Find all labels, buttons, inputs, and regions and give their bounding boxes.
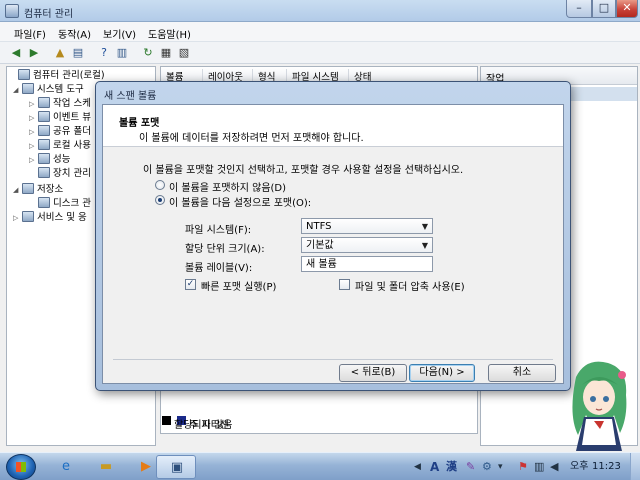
performance-icon [38,153,50,164]
media-player-icon: ▶ [141,459,151,474]
menu-view[interactable]: 보기(V) [103,26,136,41]
disk-legend: 할당되지 않음 주 파티션 [162,416,232,431]
cancel-button[interactable]: 취소 [488,364,556,382]
dialog-title: 새 스팬 볼륨 [104,91,157,102]
dialog-header: 볼륨 포맷 이 볼륨에 데이터를 저장하려면 먼저 포맷해야 합니다. [103,105,563,147]
compression-label[interactable]: 파일 및 폴더 압축 사용(E) [355,278,465,293]
ime-tools-icon[interactable]: ⚙ [482,453,492,480]
tree-item-event-viewer[interactable]: ▷ 이벤트 뷰 [29,111,91,125]
taskbar-computer-management[interactable]: ▣ [156,455,196,479]
tree-item-storage[interactable]: ◢ 저장소 [13,183,63,197]
allocation-unit-label: 할당 단위 크기(A): [185,244,265,255]
storage-icon [22,183,34,194]
menu-help[interactable]: 도움말(H) [148,26,191,41]
computer-management-icon [5,4,19,18]
no-format-radio[interactable] [155,180,165,190]
dropdown-arrow-icon: ▼ [421,241,428,250]
file-system-dropdown[interactable]: NTFS ▼ [301,218,433,234]
taskbar: e ▬ ▶ ▣ ◀ A 漢 ✎ ⚙ ▾ ⚑ ▥ ◀ 오후 11:23 [0,452,640,480]
ime-hanja-indicator[interactable]: 漢 [446,453,457,480]
quick-format-checkbox[interactable]: ✓ [185,279,196,290]
dropdown-arrow-icon: ▼ [421,222,428,231]
up-folder-icon[interactable]: ▲ [52,45,68,61]
taskbar-explorer[interactable]: ▬ [86,455,126,479]
main-title-bar[interactable]: 컴퓨터 관리 – □ ✕ [0,0,640,22]
legend-primary-partition: 주 파티션 [189,420,230,431]
folder-icon: ▬ [99,459,113,474]
action-pane-icon[interactable]: ▥ [114,45,130,61]
users-icon [38,139,50,150]
volume-label-label: 볼륨 레이블(V): [185,263,253,274]
internet-explorer-icon: e [62,459,70,474]
minimize-button[interactable]: – [566,0,592,18]
show-desktop-button[interactable] [630,453,640,480]
ime-options-icon[interactable]: ▾ [498,453,503,480]
next-button[interactable]: 다음(N) > [409,364,475,382]
tree-item-local-users[interactable]: ▷ 로컬 사용 [29,139,91,153]
no-format-label[interactable]: 이 볼륨을 포맷하지 않음(D) [169,179,286,194]
tree-item-services[interactable]: ▷ 서비스 및 응 [13,211,87,225]
tree-item-computer-management[interactable]: 컴퓨터 관리(로컬) [9,69,105,83]
tree-item-disk-management[interactable]: 디스크 관 [29,197,91,211]
services-icon [22,211,34,222]
taskbar-internet-explorer[interactable]: e [46,455,86,479]
clock-ampm[interactable]: 오후 [570,453,588,480]
ime-pad-icon[interactable]: ✎ [466,453,475,480]
compression-checkbox[interactable] [339,279,350,290]
maximize-button[interactable]: □ [592,0,616,18]
tree-item-system-tools[interactable]: ◢ 시스템 도구 [13,83,84,97]
help-icon[interactable]: ? [96,45,112,61]
format-radio[interactable] [155,195,165,205]
close-button[interactable]: ✕ [616,0,638,18]
tree-item-shared-folders[interactable]: ▷ 공유 폴더 [29,125,91,139]
allocation-unit-dropdown[interactable]: 기본값 ▼ [301,237,433,253]
start-button[interactable] [6,454,36,480]
network-icon[interactable]: ▥ [534,453,544,480]
new-spanned-volume-dialog: 새 스팬 볼륨 볼륨 포맷 이 볼륨에 데이터를 저장하려면 먼저 포맷해야 합… [95,81,571,391]
tree-item-task-scheduler[interactable]: ▷ 작업 스케 [29,97,91,111]
mascot-character [572,361,627,451]
clock-time[interactable]: 11:23 [592,453,621,480]
export-icon[interactable]: ▧ [176,45,192,61]
menu-bar: 파일(F) 동작(A) 보기(V) 도움말(H) [0,22,640,42]
show-hidden-icons-icon[interactable]: ◀ [414,453,421,480]
format-label[interactable]: 이 볼륨을 다음 설정으로 포맷(O): [169,194,311,209]
volume-label-input[interactable]: 새 볼륨 [301,256,433,272]
volume-icon[interactable]: ◀ [550,453,558,480]
back-arrow-icon[interactable]: ◀ [8,45,24,61]
menu-file[interactable]: 파일(F) [14,26,46,41]
shared-folder-icon [38,125,50,136]
unallocated-swatch [162,416,171,425]
dialog-subheading: 이 볼륨에 데이터를 저장하려면 먼저 포맷해야 합니다. [139,133,364,144]
tree-item-device-manager[interactable]: 장치 관리 [29,167,91,181]
tools-icon [22,83,34,94]
instruction-text: 이 볼륨을 포맷할 것인지 선택하고, 포맷할 경우 사용할 설정을 선택하십시… [143,165,464,176]
refresh-icon[interactable]: ↻ [140,45,156,61]
file-system-label: 파일 시스템(F): [185,225,252,236]
menu-action[interactable]: 동작(A) [58,26,91,41]
disk-icon [38,197,50,208]
computer-icon [18,69,30,80]
dialog-heading: 볼륨 포맷 [119,118,160,129]
properties-icon[interactable]: ▦ [158,45,174,61]
dialog-body: 볼륨 포맷 이 볼륨에 데이터를 저장하려면 먼저 포맷해야 합니다. 이 볼륨… [102,104,564,384]
tree-item-performance[interactable]: ▷ 성능 [29,153,70,167]
forward-arrow-icon[interactable]: ▶ [26,45,42,61]
ime-a-indicator[interactable]: A [430,453,439,480]
quick-format-label[interactable]: 빠른 포맷 실행(P) [201,278,276,293]
device-manager-icon [38,167,50,178]
toolbar: ◀ ▶ ▲ ▤ ? ▥ ↻ ▦ ▧ [0,42,640,64]
dialog-separator [113,359,553,360]
console-tree-icon[interactable]: ▤ [70,45,86,61]
event-viewer-icon [38,111,50,122]
flag-icon[interactable]: ⚑ [518,453,528,480]
back-button[interactable]: < 뒤로(B) [339,364,407,382]
clock-icon [38,97,50,108]
main-window-title: 컴퓨터 관리 [24,9,74,20]
computer-management-icon: ▣ [170,460,184,475]
